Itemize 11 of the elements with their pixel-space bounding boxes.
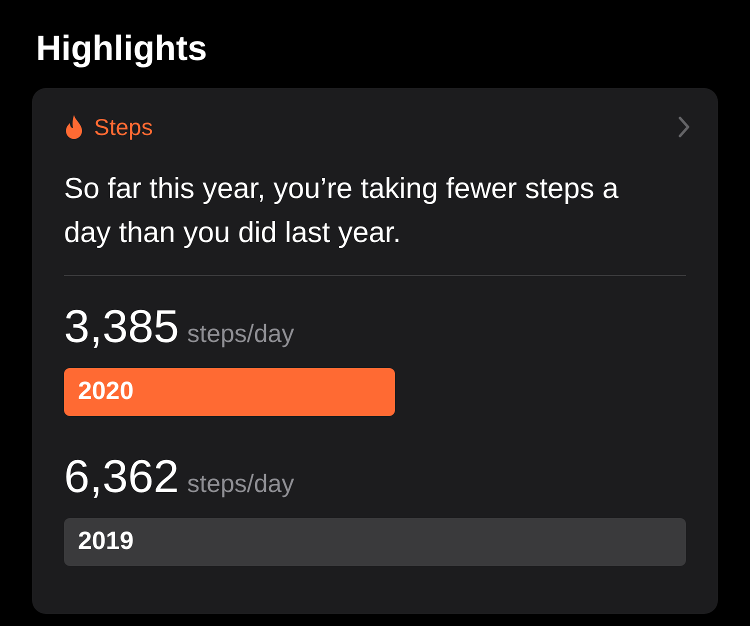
steps-value: 3,385 xyxy=(64,298,180,354)
category-link[interactable]: Steps xyxy=(94,110,153,144)
year-bar: 2020 xyxy=(64,368,395,416)
unit-label: steps/day xyxy=(187,318,294,350)
unit-label: steps/day xyxy=(187,468,294,500)
summary-text: So far this year, you’re taking fewer steps a day than you did last year. xyxy=(64,172,620,250)
flame-icon xyxy=(64,114,84,140)
year-bar: 2019 xyxy=(64,518,686,566)
steps-value: 6,362 xyxy=(64,448,180,504)
chevron-right-icon[interactable] xyxy=(678,116,690,138)
section-title: Highlights xyxy=(36,28,208,70)
